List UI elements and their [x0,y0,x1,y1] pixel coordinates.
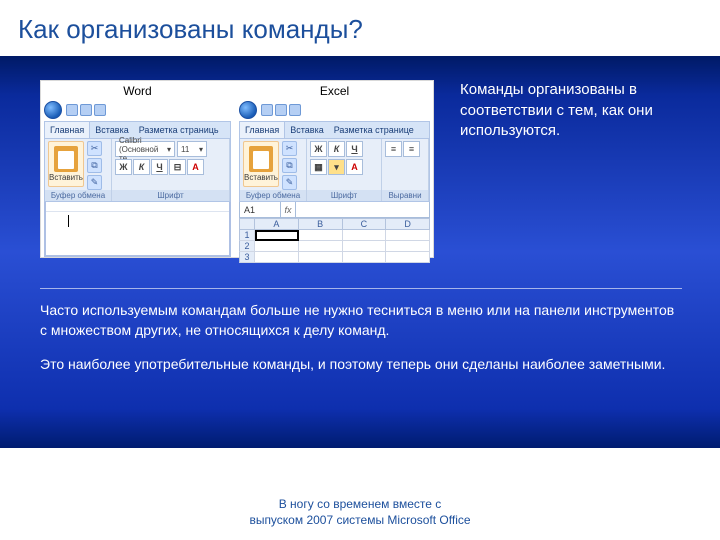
underline-button[interactable]: Ч [346,141,363,157]
tab-page-layout[interactable]: Разметка странице [329,122,419,138]
col-header[interactable]: B [299,218,343,230]
group-label-align: Выравни [382,190,428,201]
select-all-corner[interactable] [239,218,255,230]
formula-bar: A1 fx [239,202,430,218]
name-box[interactable]: A1 [240,202,281,217]
paragraph-1: Часто используемым командам больше не ну… [40,301,682,341]
paste-button[interactable]: Вставить [48,141,84,187]
quick-access-toolbar[interactable] [261,104,301,116]
cell[interactable] [255,252,299,263]
row-header[interactable]: 3 [239,252,255,263]
group-font: Calibri (Основной те▾ 11▾ Ж К Ч ⊟ A [112,139,230,201]
copy-icon[interactable]: ⧉ [282,158,297,173]
paste-label: Вставить [49,173,83,182]
fill-color-button[interactable]: ▾ [328,159,345,175]
border-button[interactable]: ▦ [310,159,327,175]
cut-icon[interactable]: ✂ [87,141,102,156]
excel-app: Excel Главная Вставка Разметка странице [235,80,434,258]
slide-footer: В ногу со временем вместе с выпуском 200… [0,496,720,528]
paste-icon [54,146,78,172]
group-label-font: Шрифт [112,190,229,201]
paragraph-2: Это наиболее употребительные команды, и … [40,355,682,375]
group-clipboard: Вставить ✂ ⧉ ✎ Буфер обмена [240,139,307,201]
word-document-area[interactable] [44,202,231,257]
group-label-clipboard: Буфер обмена [45,190,111,201]
font-color-button[interactable]: A [346,159,363,175]
group-clipboard: Вставить ✂ ⧉ ✎ Буфер обмена [45,139,112,201]
cell[interactable] [299,230,343,241]
paste-button[interactable]: Вставить [243,141,279,187]
office-button-icon[interactable] [239,101,257,119]
group-alignment: ≡ ≡ Выравни [382,139,429,201]
paste-icon [249,146,273,172]
group-label-font: Шрифт [307,190,381,201]
bold-button[interactable]: Ж [115,159,132,175]
row-header[interactable]: 2 [239,241,255,252]
text-cursor [68,215,69,227]
ribbon-tabs: Главная Вставка Разметка странице [239,121,430,139]
office-button-icon[interactable] [44,101,62,119]
cell[interactable] [299,241,343,252]
col-header[interactable]: A [255,218,299,230]
italic-button[interactable]: К [328,141,345,157]
content-band: Word Главная Вставка Разметка страниць [0,56,720,448]
font-size-combo[interactable]: 11▾ [177,141,207,157]
footer-line-1: В ногу со временем вместе с [279,497,442,511]
format-painter-icon[interactable]: ✎ [87,175,102,190]
cell[interactable] [386,241,430,252]
tab-home[interactable]: Главная [240,122,285,138]
format-painter-icon[interactable]: ✎ [282,175,297,190]
word-app: Word Главная Вставка Разметка страниць [40,80,235,258]
fx-icon[interactable]: fx [281,202,296,217]
row-header[interactable]: 1 [239,230,255,241]
formula-input[interactable] [296,202,429,217]
strike-button[interactable]: ⊟ [169,159,186,175]
col-header[interactable]: D [386,218,430,230]
paste-label: Вставить [244,173,278,182]
cell[interactable] [255,230,299,241]
worksheet-grid[interactable]: A B C D 1 2 3 [239,218,430,256]
excel-label: Excel [239,84,430,98]
cell[interactable] [343,230,387,241]
tab-insert[interactable]: Вставка [285,122,328,138]
cell[interactable] [343,252,387,263]
ruler [46,202,229,212]
cell[interactable] [255,241,299,252]
underline-button[interactable]: Ч [151,159,168,175]
slide-title: Как организованы команды? [0,0,720,45]
cell[interactable] [386,230,430,241]
col-header[interactable]: C [343,218,387,230]
side-description: Команды организованы в соответствии с те… [460,80,682,142]
align-top-icon[interactable]: ≡ [385,141,402,157]
quick-access-toolbar[interactable] [66,104,106,116]
italic-button[interactable]: К [133,159,150,175]
body-text: Часто используемым командам больше не ну… [40,288,682,389]
word-label: Word [44,84,231,98]
screenshot-frame: Word Главная Вставка Разметка страниць [40,80,434,258]
divider [40,288,682,289]
align-middle-icon[interactable]: ≡ [403,141,420,157]
font-color-button[interactable]: A [187,159,204,175]
cell[interactable] [386,252,430,263]
bold-button[interactable]: Ж [310,141,327,157]
cell[interactable] [299,252,343,263]
footer-line-2: выпуском 2007 системы Microsoft Office [249,513,470,527]
cell[interactable] [343,241,387,252]
copy-icon[interactable]: ⧉ [87,158,102,173]
font-name-combo[interactable]: Calibri (Основной те▾ [115,141,175,157]
tab-home[interactable]: Главная [45,122,90,138]
group-label-clipboard: Буфер обмена [240,190,306,201]
cut-icon[interactable]: ✂ [282,141,297,156]
group-font: Ж К Ч ▦ ▾ A [307,139,382,201]
